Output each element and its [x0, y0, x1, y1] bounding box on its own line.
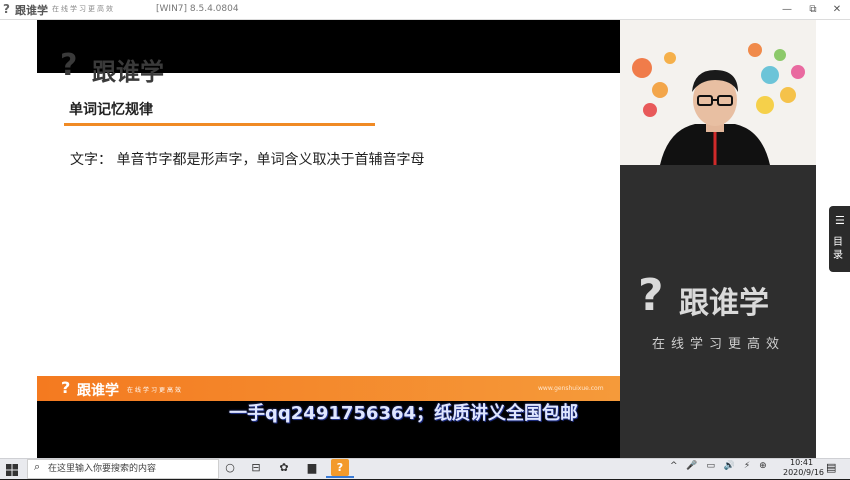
system-tray[interactable]: ^ 🎤 ▭ 🔊 ⚡ ⊕ — [670, 461, 770, 471]
left-margin — [0, 20, 37, 458]
search-placeholder: 在这里输入你要搜索的内容 — [48, 464, 157, 474]
close-button[interactable]: ✕ — [826, 1, 848, 18]
notification-icon[interactable]: ▤ — [826, 461, 836, 474]
clock-time[interactable]: 10:41 — [790, 458, 813, 467]
windows-start-icon[interactable] — [6, 461, 18, 476]
task-view-icon[interactable]: ○ — [221, 459, 239, 477]
watermark-logo-icon: ? — [60, 48, 78, 83]
restore-button[interactable]: ⧉ — [802, 1, 824, 18]
title-underline — [64, 123, 375, 126]
catalog-label: 目录 — [833, 237, 843, 261]
app-version: [WIN7] 8.5.4.0804 — [156, 4, 239, 14]
slide-line-label: 文字： — [70, 152, 112, 168]
slide-title: 单词记忆规律 — [69, 102, 153, 118]
menu-icon: ☰ — [835, 214, 845, 227]
app-logo-icon: ? — [3, 2, 10, 16]
slide-footer-bar — [37, 376, 620, 401]
edge-browser-icon[interactable]: ✿ — [275, 459, 293, 477]
teacher-camera-feed — [620, 20, 816, 165]
footer-logo-icon: ? — [61, 378, 71, 397]
slide-text-line: 文字： 单音节字都是形声字，单词含义取决于首辅音字母 — [70, 149, 424, 169]
footer-brand-name: 跟谁学 — [77, 383, 119, 399]
genshuixue-app-icon[interactable]: ? — [331, 459, 349, 476]
brand-name: 跟谁学 — [679, 286, 769, 321]
watermark-text: 跟谁学 — [92, 58, 164, 86]
slide-line-content: 单音节字都是形声字，单词含义取决于首辅音字母 — [116, 152, 425, 168]
clock-date[interactable]: 2020/9/16 — [783, 468, 824, 477]
app-slogan: 在线学习更高效 — [52, 5, 115, 13]
widgets-icon[interactable]: ⊟ — [247, 459, 265, 477]
camera-image — [620, 20, 816, 165]
brand-slogan: 在线学习更高效 — [652, 337, 786, 352]
subtitle-overlay: 一手qq2491756364；纸质讲义全国包邮 — [229, 403, 579, 424]
minimize-button[interactable]: — — [776, 1, 798, 18]
file-explorer-icon[interactable]: ▆ — [303, 459, 321, 477]
footer-slogan: 在线学习更高效 — [127, 387, 184, 394]
app-name: 跟谁学 — [15, 4, 48, 17]
brand-logo-icon: ? — [638, 270, 664, 321]
footer-url: www.genshuixue.com — [538, 385, 604, 392]
title-bar — [0, 0, 850, 20]
search-icon: ⌕ — [34, 460, 41, 473]
